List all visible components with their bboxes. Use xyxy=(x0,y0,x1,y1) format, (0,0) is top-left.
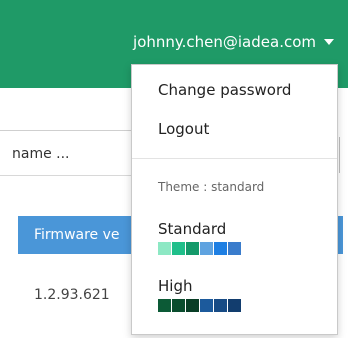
theme-name: Standard xyxy=(158,220,227,238)
menu-divider xyxy=(132,158,337,159)
color-swatch xyxy=(214,299,227,312)
color-swatch xyxy=(186,299,199,312)
change-password-menu-item[interactable]: Change password xyxy=(158,81,291,99)
theme-label: Theme : standard xyxy=(158,180,265,194)
theme-option-high[interactable]: High xyxy=(158,277,241,312)
search-underline xyxy=(0,175,132,176)
color-swatch xyxy=(158,242,171,255)
divider xyxy=(0,130,132,131)
theme-name: High xyxy=(158,277,193,295)
theme-swatches xyxy=(158,299,241,312)
user-dropdown-menu: Change password Logout Theme : standard … xyxy=(131,64,338,335)
color-swatch xyxy=(186,242,199,255)
column-header-label: Firmware ve xyxy=(34,227,120,243)
color-swatch xyxy=(228,299,241,312)
color-swatch xyxy=(200,299,213,312)
table-cell-firmware: 1.2.93.621 xyxy=(34,287,110,303)
theme-swatches xyxy=(158,242,241,255)
color-swatch xyxy=(214,242,227,255)
color-swatch xyxy=(172,242,185,255)
color-swatch xyxy=(158,299,171,312)
search-input[interactable] xyxy=(12,141,130,167)
color-swatch xyxy=(200,242,213,255)
color-swatch xyxy=(228,242,241,255)
divider xyxy=(339,137,340,173)
color-swatch xyxy=(172,299,185,312)
theme-option-standard[interactable]: Standard xyxy=(158,220,241,255)
user-email: johnny.chen@iadea.com xyxy=(133,33,316,51)
logout-menu-item[interactable]: Logout xyxy=(158,120,209,138)
chevron-down-icon xyxy=(324,39,334,45)
user-menu-toggle[interactable]: johnny.chen@iadea.com xyxy=(133,33,334,51)
